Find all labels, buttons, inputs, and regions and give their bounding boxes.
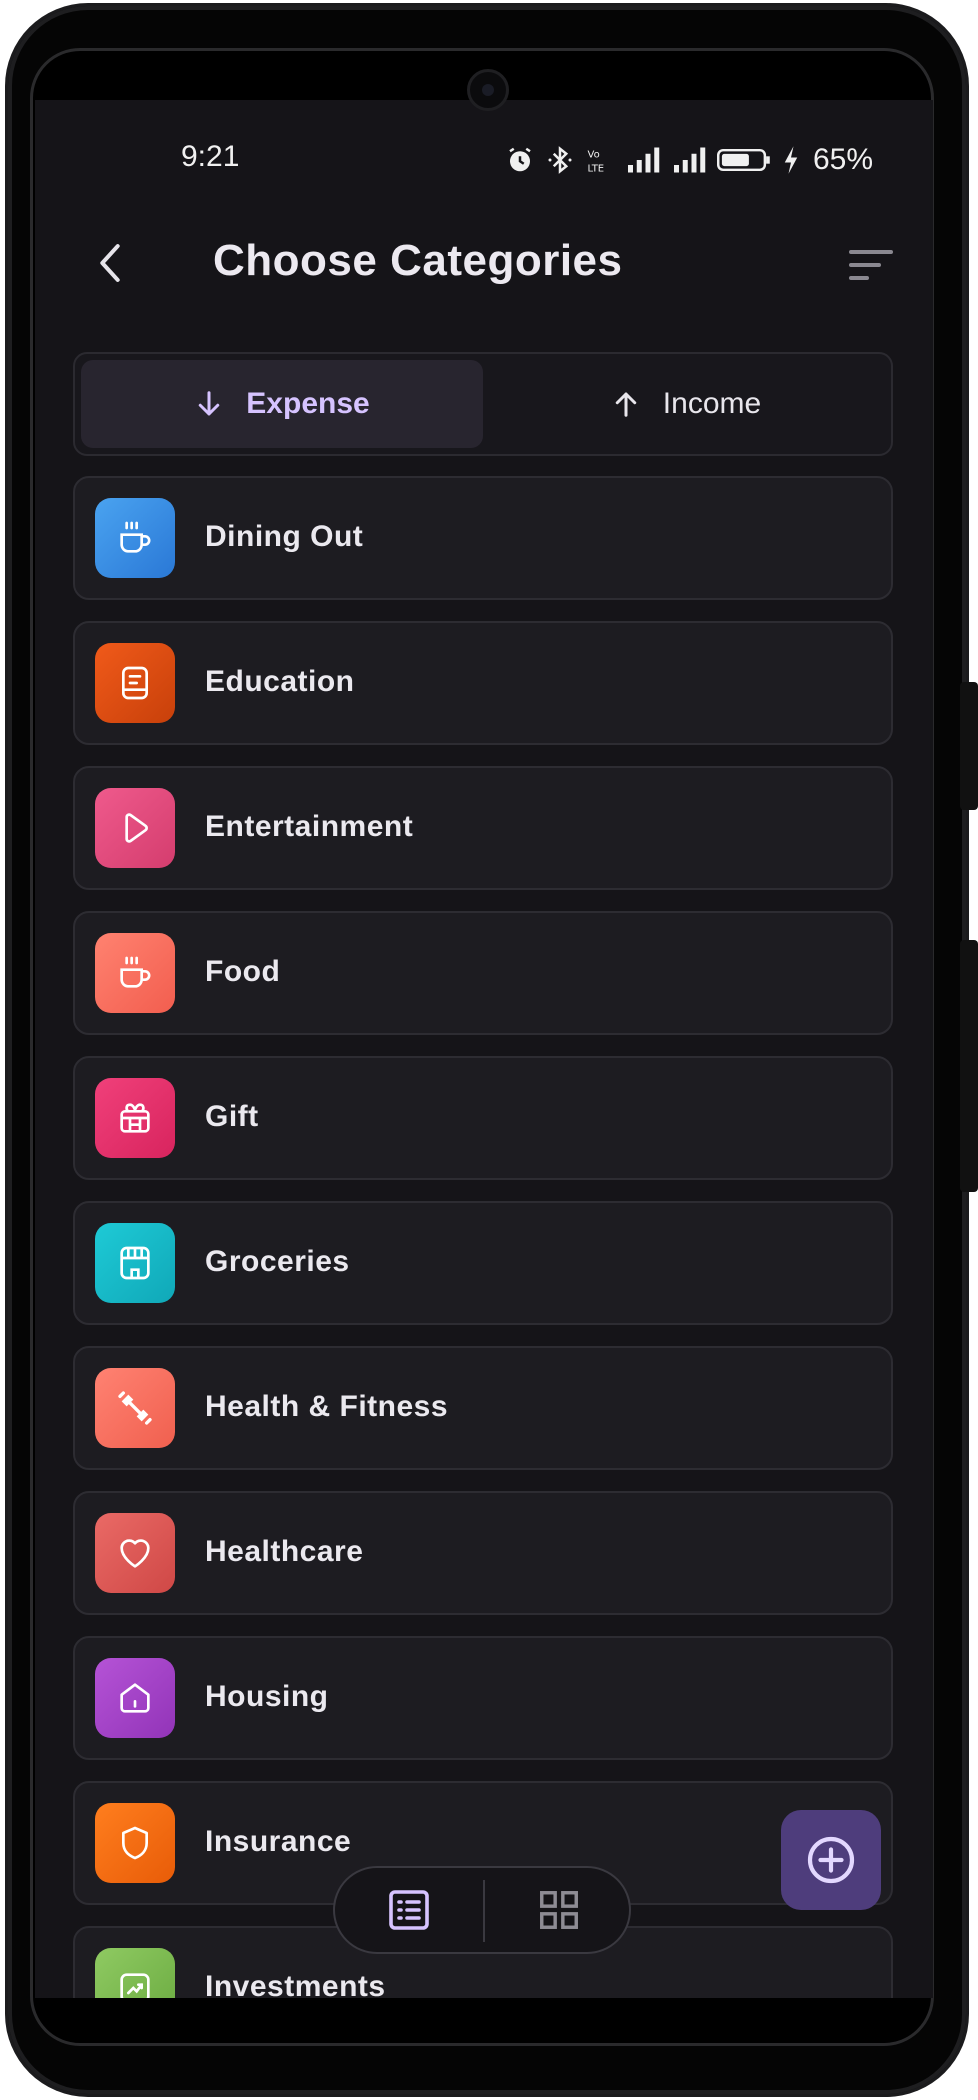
- shield-icon: [122, 1826, 148, 1860]
- sort-icon: [849, 250, 893, 280]
- category-icon-tile: [95, 1223, 175, 1303]
- coffee-cup-icon: [120, 956, 151, 988]
- category-label: Dining Out: [205, 520, 364, 553]
- tab-expense[interactable]: Expense: [81, 360, 483, 448]
- page-title: Choose Categories: [213, 236, 623, 285]
- storefront-icon: [120, 1246, 150, 1280]
- category-item-food[interactable]: Food: [73, 911, 893, 1035]
- notebook-icon: [122, 666, 148, 700]
- house-icon: [120, 1683, 150, 1713]
- battery-icon: [716, 148, 770, 172]
- category-icon-tile: [95, 1513, 175, 1593]
- category-label: Food: [205, 955, 281, 988]
- svg-text:Vo: Vo: [587, 150, 599, 161]
- arrow-up-icon: [615, 392, 637, 417]
- plus-circle-icon: [807, 1836, 855, 1884]
- phone-side-button: [960, 682, 978, 810]
- category-label: Healthcare: [205, 1535, 364, 1568]
- alarm-icon: [509, 147, 531, 172]
- category-label: Health & Fitness: [205, 1390, 449, 1423]
- play-icon: [125, 813, 148, 843]
- category-label: Education: [205, 665, 355, 698]
- category-label: Entertainment: [205, 810, 414, 843]
- tab-expense-label: Expense: [246, 387, 370, 420]
- category-icon-tile: [95, 498, 175, 578]
- category-icon-tile: [95, 1948, 175, 1998]
- category-item-groceries[interactable]: Groceries: [73, 1201, 893, 1325]
- category-item-education[interactable]: Education: [73, 621, 893, 745]
- grid-view-button[interactable]: [485, 1868, 633, 1952]
- category-item-healthcare[interactable]: Healthcare: [73, 1491, 893, 1615]
- back-button[interactable]: [85, 238, 135, 288]
- category-label: Gift: [205, 1100, 259, 1133]
- category-icon-tile: [95, 933, 175, 1013]
- category-icon-tile: [95, 643, 175, 723]
- app-screen: 9:21 Vo LTE 65% Choose Categories Expense…: [35, 100, 933, 1998]
- arrow-down-icon: [199, 391, 220, 416]
- category-icon-tile: [95, 1078, 175, 1158]
- volte-icon: Vo LTE: [587, 150, 604, 175]
- signal-icon: [673, 147, 706, 173]
- category-item-housing[interactable]: Housing: [73, 1636, 893, 1760]
- phone-side-button: [960, 940, 978, 1192]
- sort-button[interactable]: [845, 240, 901, 290]
- dumbbell-icon: [118, 1391, 152, 1425]
- category-label: Housing: [205, 1680, 329, 1713]
- battery-percentage: 65%: [812, 143, 873, 176]
- category-label: Insurance: [205, 1825, 352, 1858]
- category-label: Investments: [205, 1970, 386, 1998]
- front-camera: [467, 69, 509, 111]
- category-icon-tile: [95, 788, 175, 868]
- list-icon: [389, 1890, 429, 1930]
- category-item-entertainment[interactable]: Entertainment: [73, 766, 893, 890]
- charging-icon: [784, 146, 798, 174]
- category-label: Groceries: [205, 1245, 350, 1278]
- svg-text:LTE: LTE: [587, 163, 604, 174]
- status-icons: Vo LTE 65%: [505, 140, 873, 180]
- category-item-dining-out[interactable]: Dining Out: [73, 476, 893, 600]
- chevron-left-icon: [100, 244, 120, 282]
- trend-chart-icon: [120, 1973, 150, 1998]
- add-category-button[interactable]: [781, 1810, 881, 1910]
- type-toggle: Expense Income: [73, 352, 893, 456]
- category-item-health-fitness[interactable]: Health & Fitness: [73, 1346, 893, 1470]
- category-icon-tile: [95, 1368, 175, 1448]
- heart-icon: [120, 1539, 150, 1568]
- category-icon-tile: [95, 1658, 175, 1738]
- bluetooth-icon: [548, 146, 572, 174]
- status-time: 9:21: [181, 140, 240, 173]
- status-bar: 9:21 Vo LTE 65%: [35, 140, 933, 180]
- coffee-cup-icon: [120, 521, 151, 553]
- signal-icon: [627, 147, 660, 173]
- view-mode-toggle: [333, 1866, 631, 1954]
- tab-income[interactable]: Income: [485, 360, 887, 448]
- tab-income-label: Income: [662, 387, 762, 420]
- list-view-button[interactable]: [335, 1868, 483, 1952]
- category-item-gift[interactable]: Gift: [73, 1056, 893, 1180]
- category-icon-tile: [95, 1803, 175, 1883]
- gift-box-icon: [120, 1103, 150, 1133]
- grid-icon: [540, 1891, 578, 1929]
